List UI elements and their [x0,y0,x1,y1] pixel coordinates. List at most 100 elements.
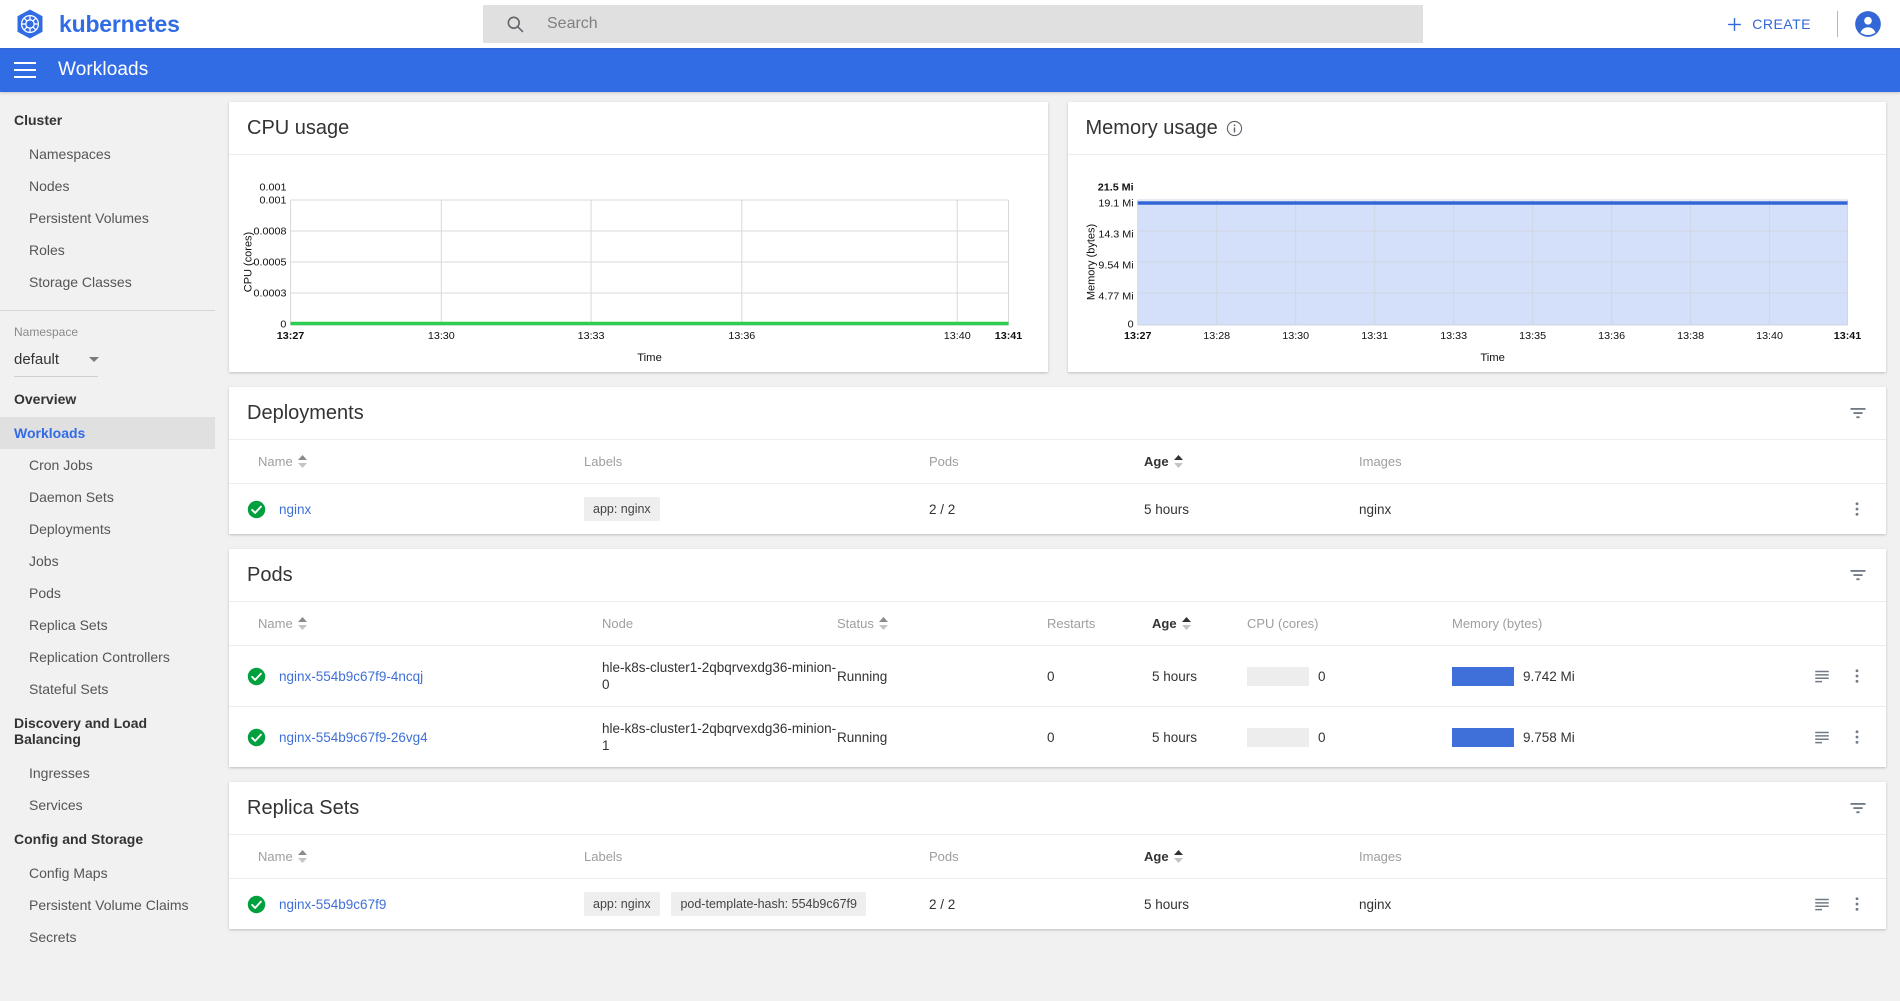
deployments-table: Name Labels Pods Age Images nginx app: n… [229,440,1886,534]
cpu-ytick-0: 0.001 [260,182,287,194]
action-bar: Workloads [0,48,1900,92]
deployment-name-link[interactable]: nginx [279,502,311,517]
search-bar[interactable] [483,5,1423,43]
pods-col-name[interactable]: Name [229,602,602,646]
pods-cell-name: nginx-554b9c67f9-26vg4 [229,707,602,768]
sidebar-item-replica-sets[interactable]: Replica Sets [0,609,215,641]
memory-usage-title: Memory usage [1085,116,1218,139]
replica-sets-cell-labels: app: nginx pod-template-hash: 554b9c67f9 [584,879,929,930]
sidebar-item-stateful-sets[interactable]: Stateful Sets [0,673,215,705]
pod-name-link[interactable]: nginx-554b9c67f9-26vg4 [279,730,428,745]
pod-name-link[interactable]: nginx-554b9c67f9-4ncqj [279,669,423,684]
sidebar-item-cron-jobs[interactable]: Cron Jobs [0,449,215,481]
search-input[interactable] [547,15,1347,33]
logs-icon[interactable] [1813,667,1831,685]
sidebar-item-pods[interactable]: Pods [0,577,215,609]
sidebar-item-roles[interactable]: Roles [0,234,215,266]
sidebar-item-namespaces[interactable]: Namespaces [0,138,215,170]
replica-sets-col-pods: Pods [929,835,1144,879]
sidebar-item-jobs[interactable]: Jobs [0,545,215,577]
cpu-value: 0 [1318,729,1326,745]
deployments-col-labels: Labels [584,440,929,484]
replica-sets-cell-actions [1776,879,1886,930]
mem-xtick-8: 13:40 [1756,330,1783,342]
more-vert-icon[interactable] [1848,728,1866,746]
namespace-select[interactable]: default [14,351,100,377]
sort-arrows-icon [1181,617,1191,630]
deployments-card: Deployments Name Labels Pods Age Images … [229,387,1886,534]
sidebar-section-overview: Overview [14,391,77,407]
table-row[interactable]: nginx app: nginx 2 / 2 5 hours nginx [229,484,1886,535]
memory-value: 9.742 Mi [1523,668,1575,684]
replica-sets-col-actions [1776,835,1886,879]
replica-sets-header-row: Name Labels Pods Age Images [229,835,1886,879]
namespace-label: Namespace [14,325,79,339]
deployments-card-header: Deployments [229,387,1886,440]
replica-sets-card-header: Replica Sets [229,782,1886,835]
sort-arrows-icon [1173,455,1183,468]
sidebar-item-persistent-volumes[interactable]: Persistent Volumes [0,202,215,234]
deployments-header-row: Name Labels Pods Age Images [229,440,1886,484]
cpu-usage-svg: 0.001 0.001 0.0008 0.0005 0.0003 0 13:27… [242,182,1023,364]
sidebar-item-secrets[interactable]: Secrets [0,921,215,953]
pods-cell-age: 5 hours [1152,729,1198,745]
sidebar-item-storage-classes[interactable]: Storage Classes [0,266,215,298]
logs-icon[interactable] [1813,728,1831,746]
create-button[interactable]: CREATE [1716,10,1821,39]
account-circle-icon[interactable] [1854,10,1882,38]
filter-icon[interactable] [1848,798,1868,818]
label-chip: pod-template-hash: 554b9c67f9 [671,892,866,916]
mem-xtick-3: 13:31 [1361,330,1388,342]
hamburger-menu-icon[interactable] [14,62,36,78]
cpu-ytick-3: 0.0005 [254,257,287,269]
mem-xtick-1: 13:28 [1203,330,1230,342]
main-content: CPU usage 0.001 0.001 0.0008 0.0005 0.00… [215,92,1900,1001]
logs-icon[interactable] [1813,895,1831,913]
deployments-cell-labels: app: nginx [584,484,929,535]
replica-set-name-link[interactable]: nginx-554b9c67f9 [279,897,386,912]
replica-sets-card: Replica Sets Name Labels Pods Age Images… [229,782,1886,929]
replica-sets-cell-age: 5 hours [1144,896,1190,912]
sidebar-item-daemon-sets[interactable]: Daemon Sets [0,481,215,513]
sidebar-item-services[interactable]: Services [0,789,215,821]
more-vert-icon[interactable] [1848,667,1866,685]
sidebar-item-persistent-volume-claims[interactable]: Persistent Volume Claims [0,889,215,921]
more-vert-icon[interactable] [1848,895,1866,913]
deployments-col-images: Images [1359,440,1816,484]
deployments-col-age[interactable]: Age [1144,440,1359,484]
sidebar-item-config-maps[interactable]: Config Maps [0,857,215,889]
sidebar-item-workloads[interactable]: Workloads [0,417,215,449]
table-row[interactable]: nginx-554b9c67f9 app: nginx pod-template… [229,879,1886,930]
sidebar-item-nodes[interactable]: Nodes [0,170,215,202]
cpu-value: 0 [1318,668,1326,684]
cpu-xtick-5: 13:41 [995,330,1023,342]
replica-sets-cell-name: nginx-554b9c67f9 [229,879,584,930]
deployments-cell-images: nginx [1359,501,1392,517]
sidebar-section-config: Config and Storage [14,831,144,847]
sidebar-item-replication-controllers[interactable]: Replication Controllers [0,641,215,673]
cpu-xlabel: Time [637,352,662,364]
cpu-ytick-1: 0.001 [260,195,287,207]
pods-col-status[interactable]: Status [837,602,1047,646]
cpu-bar-track [1247,666,1309,686]
deployments-cell-name: nginx [229,484,584,535]
mem-ytick-0: 21.5 Mi [1097,182,1133,194]
replica-sets-col-age[interactable]: Age [1144,835,1359,879]
brand[interactable]: kubernetes [0,8,180,40]
label-chip: app: nginx [584,892,660,916]
sidebar-item-deployments[interactable]: Deployments [0,513,215,545]
filter-icon[interactable] [1848,403,1868,423]
info-icon[interactable] [1226,120,1243,137]
replica-sets-col-name[interactable]: Name [229,835,584,879]
mem-ytick-4: 4.77 Mi [1098,291,1133,303]
more-vert-icon[interactable] [1848,500,1866,518]
table-row[interactable]: nginx-554b9c67f9-4ncqj hle-k8s-cluster1-… [229,645,1886,707]
filter-icon[interactable] [1848,565,1868,585]
mem-xtick-5: 13:35 [1519,330,1546,342]
mem-ytick-2: 14.3 Mi [1098,229,1133,241]
deployments-col-name[interactable]: Name [229,440,584,484]
sidebar-item-ingresses[interactable]: Ingresses [0,757,215,789]
table-row[interactable]: nginx-554b9c67f9-26vg4 hle-k8s-cluster1-… [229,707,1886,768]
pods-col-age[interactable]: Age [1152,602,1247,646]
cpu-xtick-0: 13:27 [277,330,305,342]
